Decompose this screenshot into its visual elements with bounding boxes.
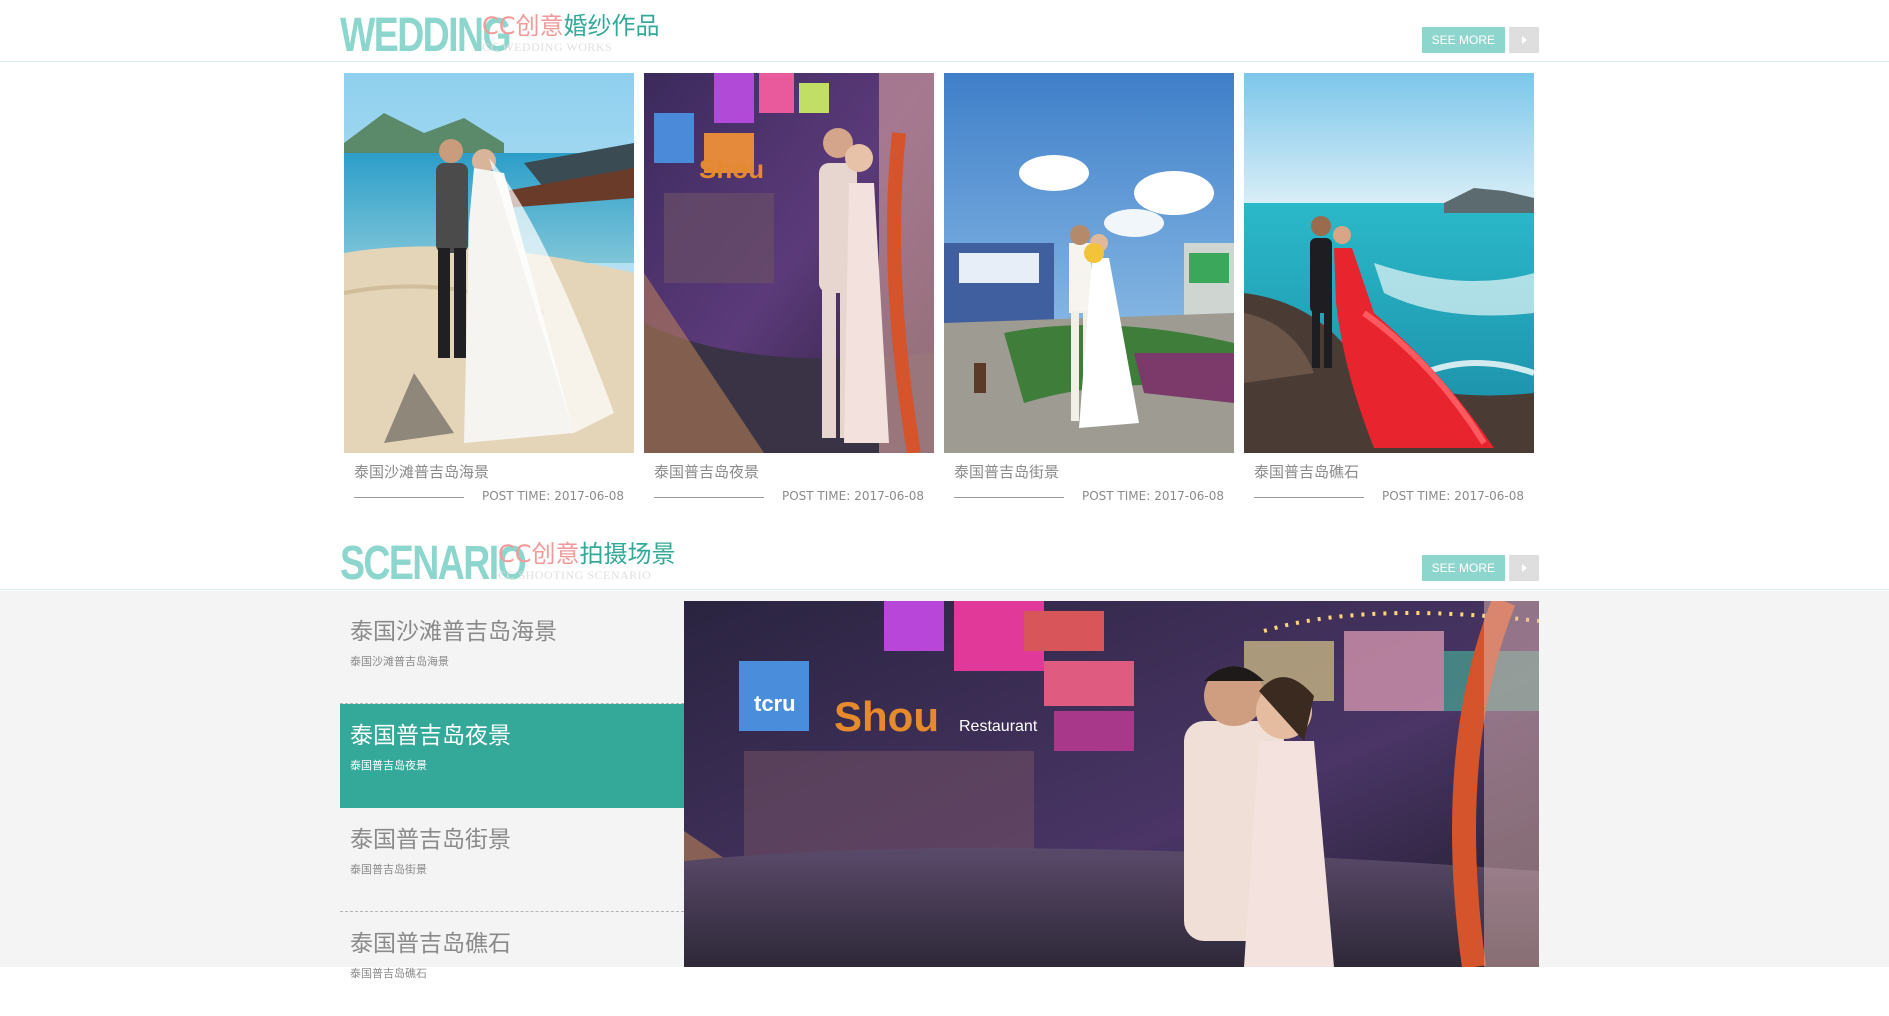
wedding-card-title[interactable]: 泰国普吉岛夜景 bbox=[654, 461, 934, 482]
scenario-item[interactable]: 泰国沙滩普吉岛海景 泰国沙滩普吉岛海景 bbox=[340, 600, 684, 704]
scenario-item-title: 泰国普吉岛街景 bbox=[350, 827, 511, 853]
wedding-gallery: 泰国沙滩普吉岛海景 POST TIME: 2017-06-08 Shou 泰国普… bbox=[340, 73, 1539, 513]
scenario-see-more-button[interactable]: SEE MORE bbox=[1421, 555, 1505, 581]
wedding-photo-street[interactable] bbox=[944, 73, 1234, 453]
scenario-title-rest: 拍摄场景 bbox=[579, 540, 676, 568]
wedding-card[interactable]: 泰国普吉岛街景 POST TIME: 2017-06-08 bbox=[944, 73, 1234, 508]
svg-text:tcru: tcru bbox=[754, 691, 796, 716]
scenario-item-subtitle: 泰国普吉岛礁石 bbox=[350, 967, 427, 980]
post-time: POST TIME: 2017-06-08 bbox=[482, 489, 624, 503]
scenario-section-header: SCENARIO CC创意拍摄场景 CC SHOOTING SCENARIO S… bbox=[0, 528, 1889, 590]
post-date: 2017-06-08 bbox=[1154, 489, 1224, 503]
wedding-next-arrow-icon[interactable] bbox=[1509, 27, 1539, 53]
scenario-see-more: SEE MORE bbox=[1421, 555, 1539, 581]
scenario-list: 泰国沙滩普吉岛海景 泰国沙滩普吉岛海景 泰国普吉岛夜景 泰国普吉岛夜景 泰国普吉… bbox=[340, 600, 704, 1016]
wedding-card-meta: POST TIME: 2017-06-08 bbox=[1244, 486, 1534, 508]
wedding-card[interactable]: 泰国沙滩普吉岛海景 POST TIME: 2017-06-08 bbox=[344, 73, 634, 508]
post-time-label: POST TIME: bbox=[1381, 489, 1451, 503]
divider-line bbox=[654, 497, 764, 498]
wedding-title: CC创意婚纱作品 bbox=[482, 12, 660, 40]
scenario-item-title: 泰国普吉岛礁石 bbox=[350, 931, 511, 957]
wedding-card-title[interactable]: 泰国普吉岛街景 bbox=[954, 461, 1234, 482]
wedding-card[interactable]: 泰国普吉岛礁石 POST TIME: 2017-06-08 bbox=[1244, 73, 1534, 508]
scenario-item[interactable]: 泰国普吉岛礁石 泰国普吉岛礁石 bbox=[340, 912, 684, 1016]
wedding-card[interactable]: Shou 泰国普吉岛夜景 POST TIME: 2017-06-08 bbox=[644, 73, 934, 508]
post-date: 2017-06-08 bbox=[854, 489, 924, 503]
divider-line bbox=[1254, 497, 1364, 498]
wedding-see-more-button[interactable]: SEE MORE bbox=[1421, 27, 1505, 53]
post-time: POST TIME: 2017-06-08 bbox=[1382, 489, 1524, 503]
scenario-item-title: 泰国沙滩普吉岛海景 bbox=[350, 619, 557, 645]
wedding-photo-reef[interactable] bbox=[1244, 73, 1534, 453]
post-time-label: POST TIME: bbox=[1081, 489, 1151, 503]
divider-line bbox=[354, 497, 464, 498]
post-date: 2017-06-08 bbox=[1454, 489, 1524, 503]
wedding-photo-beach[interactable] bbox=[344, 73, 634, 453]
wedding-card-meta: POST TIME: 2017-06-08 bbox=[644, 486, 934, 508]
post-time: POST TIME: 2017-06-08 bbox=[782, 489, 924, 503]
scenario-item-subtitle: 泰国普吉岛街景 bbox=[350, 863, 427, 876]
wedding-title-rest: 婚纱作品 bbox=[563, 12, 660, 40]
scenario-item-subtitle: 泰国普吉岛夜景 bbox=[350, 759, 427, 772]
svg-text:Restaurant: Restaurant bbox=[959, 718, 1038, 735]
scenario-item[interactable]: 泰国普吉岛街景 泰国普吉岛街景 bbox=[340, 808, 684, 912]
wedding-see-more: SEE MORE bbox=[1421, 27, 1539, 53]
scenario-subtitle: CC SHOOTING SCENARIO bbox=[498, 568, 652, 582]
scenario-item-active[interactable]: 泰国普吉岛夜景 泰国普吉岛夜景 bbox=[340, 704, 704, 808]
svg-text:Shou: Shou bbox=[699, 154, 764, 184]
wedding-card-meta: POST TIME: 2017-06-08 bbox=[344, 486, 634, 508]
post-time: POST TIME: 2017-06-08 bbox=[1082, 489, 1224, 503]
post-time-label: POST TIME: bbox=[481, 489, 551, 503]
scenario-item-subtitle: 泰国沙滩普吉岛海景 bbox=[350, 655, 449, 668]
wedding-title-cc: CC创意 bbox=[482, 12, 564, 40]
scenario-next-arrow-icon[interactable] bbox=[1509, 555, 1539, 581]
svg-text:Shou: Shou bbox=[834, 693, 939, 740]
post-date: 2017-06-08 bbox=[554, 489, 624, 503]
wedding-card-title[interactable]: 泰国普吉岛礁石 bbox=[1254, 461, 1534, 482]
scenario-featured-photo[interactable]: tcru Shou Restaurant bbox=[684, 601, 1539, 967]
wedding-card-title[interactable]: 泰国沙滩普吉岛海景 bbox=[354, 461, 634, 482]
scenario-item-title: 泰国普吉岛夜景 bbox=[350, 723, 511, 749]
scenario-title: CC创意拍摄场景 bbox=[498, 540, 676, 568]
wedding-section-header: WEDDING CC创意婚纱作品 CC WEDDING WORKS SEE MO… bbox=[0, 0, 1889, 62]
wedding-subtitle: CC WEDDING WORKS bbox=[482, 40, 613, 54]
scenario-title-cc: CC创意 bbox=[498, 540, 580, 568]
wedding-card-meta: POST TIME: 2017-06-08 bbox=[944, 486, 1234, 508]
post-time-label: POST TIME: bbox=[781, 489, 851, 503]
divider-line bbox=[954, 497, 1064, 498]
wedding-photo-night[interactable]: Shou bbox=[644, 73, 934, 453]
